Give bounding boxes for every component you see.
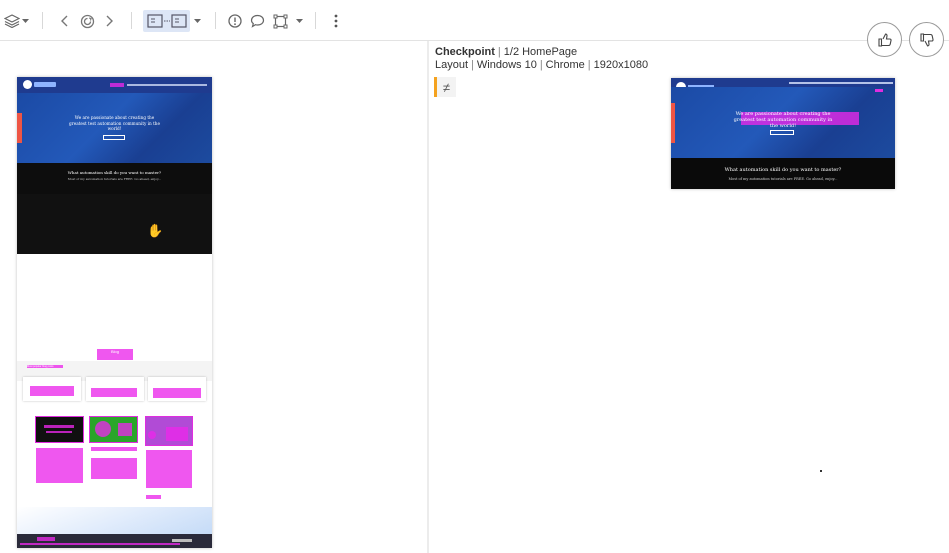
layers-dropdown-icon[interactable] [21, 11, 29, 31]
nav-items [127, 84, 207, 86]
blog-card-1[interactable] [23, 377, 81, 401]
dropdown-arrow-icon[interactable] [193, 11, 201, 31]
post-excerpt-1 [36, 448, 83, 483]
crop-region-icon[interactable] [273, 11, 288, 31]
hero-section: We are passionate about creating the gre… [17, 93, 212, 163]
checkpoint-screenshot[interactable]: We are passionate about creating the gre… [671, 78, 895, 189]
cursor-dot [820, 470, 822, 472]
cp-hero-button[interactable] [770, 130, 794, 135]
read-more-link[interactable] [146, 495, 161, 499]
site-footer [17, 534, 212, 548]
post-image-3[interactable] [145, 416, 193, 446]
cp-hero-section: We are passionate about creating the gre… [671, 87, 895, 158]
blog-card-3[interactable] [148, 377, 206, 401]
baseline-screenshot[interactable]: We are passionate about creating the gre… [17, 77, 212, 548]
cp-hero-heading: We are passionate about creating the gre… [733, 111, 833, 129]
blog-card-2[interactable] [86, 377, 144, 401]
more-vert-icon[interactable] [332, 11, 340, 31]
browser-label: Chrome [545, 59, 585, 71]
blog-link-highlight[interactable]: Most popular blog posts [27, 365, 63, 368]
checkpoint-name: 1/2 HomePage [503, 46, 578, 58]
chevron-left-icon[interactable] [58, 11, 70, 31]
difference-indicator[interactable]: ≠ [434, 77, 456, 97]
site-nav [17, 77, 212, 93]
cp-skills-subtitle: Most of my automation tutorials are FREE… [728, 177, 838, 181]
os-label: Windows 10 [476, 59, 537, 71]
checkpoint-label: Checkpoint [435, 46, 495, 58]
site-logo-text [34, 82, 56, 87]
chevron-right-icon[interactable] [104, 11, 116, 31]
thumbs-down-icon [919, 32, 934, 47]
post-image-2[interactable] [89, 416, 138, 443]
layers-icon[interactable] [4, 11, 20, 31]
skills-section: What automation skill do you want to mas… [17, 163, 212, 194]
site-logo-icon [23, 80, 32, 89]
crop-dropdown-icon[interactable] [295, 11, 303, 31]
toolbar [0, 0, 949, 41]
thumbs-down-button[interactable] [909, 22, 944, 57]
post-image-1[interactable] [35, 416, 84, 443]
nav-item-highlight [110, 83, 124, 87]
hand-cursor-icon: ✋ [147, 223, 164, 238]
courses-section: ✋ [17, 194, 212, 254]
footer-gradient [17, 507, 212, 534]
post-title-2 [91, 447, 137, 451]
hero-heading: We are passionate about creating the gre… [69, 115, 160, 131]
comment-icon[interactable] [250, 11, 265, 31]
hero-button[interactable] [103, 135, 125, 140]
cp-nav-items [789, 82, 893, 84]
side-by-side-icon[interactable] [147, 11, 187, 31]
skills-title: What automation skill do you want to mas… [67, 170, 162, 175]
alert-icon[interactable] [227, 11, 242, 31]
post-excerpt-3 [146, 450, 192, 488]
post-excerpt-2 [91, 458, 137, 479]
cp-nav-highlight [875, 89, 883, 92]
cp-skills-title: What automation skill do you want to mas… [724, 167, 842, 173]
checkpoint-details: Layout | Windows 10 | Chrome | 1920x1080 [435, 59, 649, 71]
thumbs-up-button[interactable] [867, 22, 902, 57]
refresh-icon[interactable] [79, 11, 95, 31]
skills-subtitle: Most of my automation tutorials are FREE… [67, 177, 162, 181]
thumbs-up-icon [877, 32, 892, 47]
checkpoint-header: Checkpoint | 1/2 HomePage [435, 46, 578, 58]
viewport-label: 1920x1080 [593, 59, 649, 71]
blog-header-highlight: Blog [97, 349, 133, 360]
match-level: Layout [435, 59, 469, 71]
